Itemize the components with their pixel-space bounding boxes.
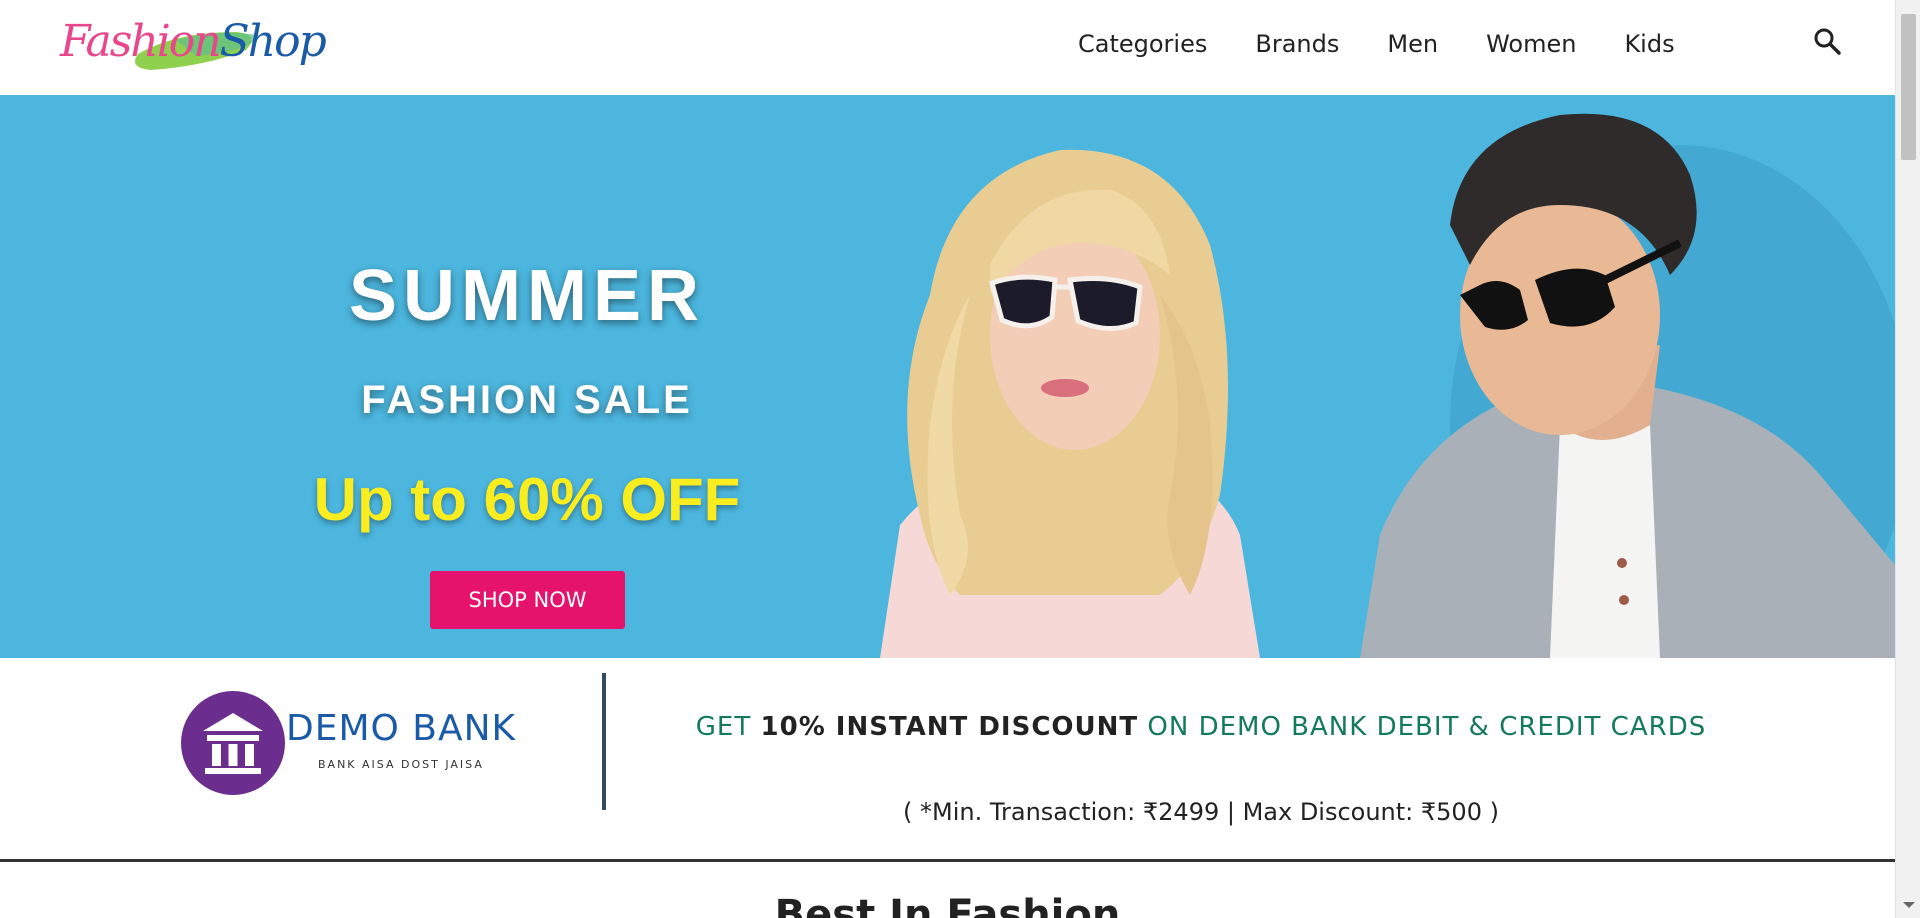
page-scrollbar[interactable] xyxy=(1895,0,1920,918)
site-header: FashionShop Categories Brands Men Women … xyxy=(0,0,1895,95)
offer-suffix: ON DEMO BANK DEBIT & CREDIT CARDS xyxy=(1138,712,1707,742)
hero-discount-text: Up to 60% OFF xyxy=(313,466,741,533)
nav-item-women[interactable]: Women xyxy=(1486,26,1576,62)
hero-models-image xyxy=(880,113,1895,658)
hero-banner: SUMMER FASHION SALE Up to 60% OFF SHOP N… xyxy=(0,95,1895,658)
bank-offer-banner[interactable]: DEMO BANK BANK AISA DOST JAISA GET 10% I… xyxy=(0,658,1895,861)
offer-terms: ( *Min. Transaction: ₹2499 | Max Discoun… xyxy=(903,798,1499,826)
offer-prefix: GET xyxy=(695,712,761,742)
bank-name: DEMO BANK xyxy=(286,708,517,749)
hero-title: SUMMER xyxy=(349,256,705,336)
site-logo[interactable]: FashionShop xyxy=(56,10,327,76)
main-nav: Categories Brands Men Women Kids xyxy=(1078,26,1723,62)
search-icon[interactable] xyxy=(1812,26,1844,58)
nav-item-categories[interactable]: Categories xyxy=(1078,26,1207,62)
nav-item-brands[interactable]: Brands xyxy=(1255,26,1339,62)
bank-icon xyxy=(181,691,285,795)
offer-headline: GET 10% INSTANT DISCOUNT ON DEMO BANK DE… xyxy=(606,712,1796,742)
hero-subtitle: FASHION SALE xyxy=(361,378,693,422)
nav-item-kids[interactable]: Kids xyxy=(1624,26,1674,62)
section-rule xyxy=(0,859,1895,862)
bank-tagline: BANK AISA DOST JAISA xyxy=(318,758,484,771)
shop-now-button[interactable]: SHOP NOW xyxy=(430,571,625,629)
logo-text-shop: Shop xyxy=(219,16,327,67)
scrollbar-thumb[interactable] xyxy=(1901,14,1916,160)
offer-highlight: 10% INSTANT DISCOUNT xyxy=(760,712,1139,742)
section-title: Best In Fashion xyxy=(774,892,1121,918)
logo-text-fashion: Fashion xyxy=(60,16,222,67)
nav-item-men[interactable]: Men xyxy=(1387,26,1438,62)
scroll-down-arrow-icon[interactable] xyxy=(1903,902,1915,908)
